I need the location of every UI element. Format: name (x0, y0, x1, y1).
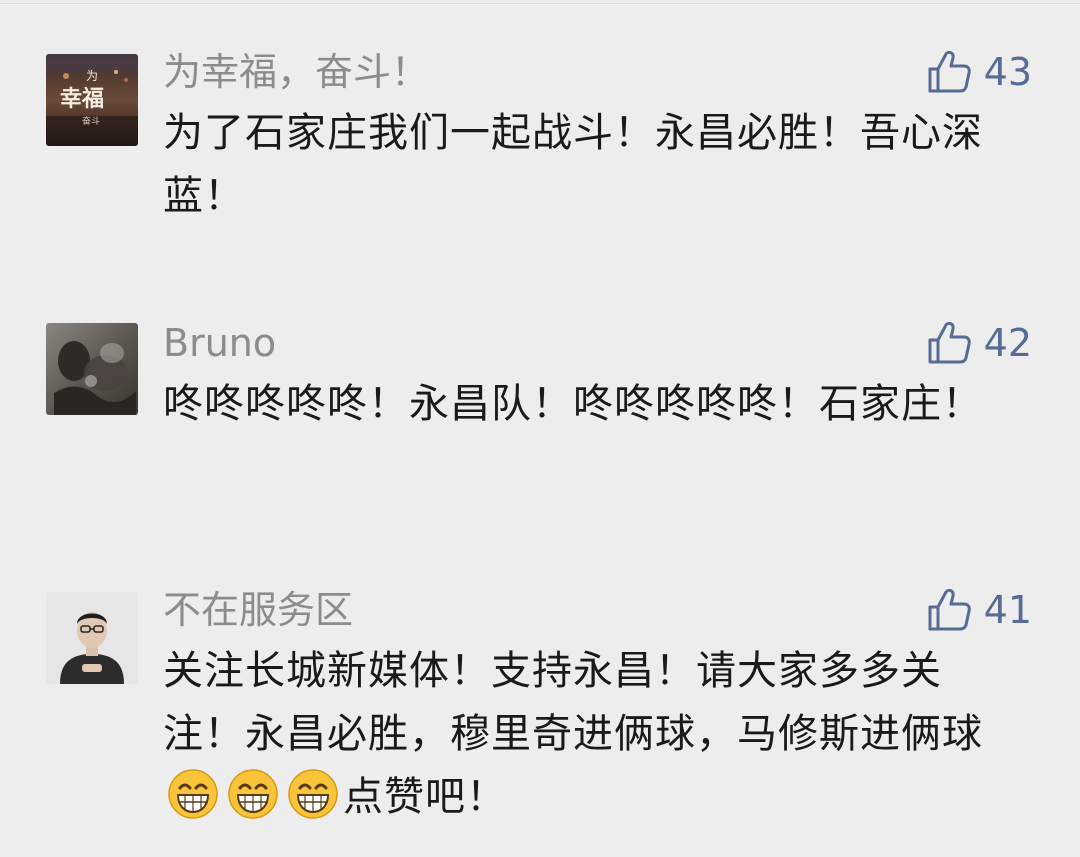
comment-text-main: 关注长城新媒体！支持永昌！请大家多多关注！永昌必胜，穆里奇进俩球，马修斯进俩球 (163, 648, 983, 757)
username[interactable]: 不在服务区 (163, 586, 353, 634)
like-button[interactable]: 41 (926, 586, 1032, 634)
like-count: 41 (983, 588, 1032, 632)
avatar[interactable] (46, 323, 138, 415)
comment-text-suffix: 点赞吧！ (343, 774, 507, 820)
avatar-text-1: 为 (86, 69, 98, 83)
like-count: 42 (983, 321, 1032, 365)
like-count: 43 (983, 50, 1032, 94)
thumbs-up-icon (928, 321, 971, 364)
comment-text: 为了石家庄我们一起战斗！永昌必胜！吾心深蓝！ (163, 110, 983, 219)
grin-emoji (287, 768, 339, 820)
avatar[interactable] (46, 592, 138, 684)
avatar-text-2: 幸福 (60, 86, 104, 112)
avatar[interactable]: 为 幸福 奋斗 (46, 54, 138, 146)
thumbs-up-icon (928, 588, 971, 631)
like-button[interactable]: 42 (926, 319, 1032, 367)
username[interactable]: 为幸福，奋斗！ (163, 48, 429, 96)
grin-emoji (227, 768, 279, 820)
top-divider (0, 3, 1080, 4)
username[interactable]: Bruno (163, 319, 276, 367)
comment-text: 咚咚咚咚咚！永昌队！咚咚咚咚咚！石家庄！ (163, 381, 983, 427)
thumbs-up-icon (928, 50, 971, 93)
avatar-text-3: 奋斗 (82, 115, 100, 127)
comment-text: 关注长城新媒体！支持永昌！请大家多多关注！永昌必胜，穆里奇进俩球，马修斯进俩球点… (163, 640, 993, 829)
grin-emoji (167, 768, 219, 820)
like-button[interactable]: 43 (926, 48, 1032, 96)
